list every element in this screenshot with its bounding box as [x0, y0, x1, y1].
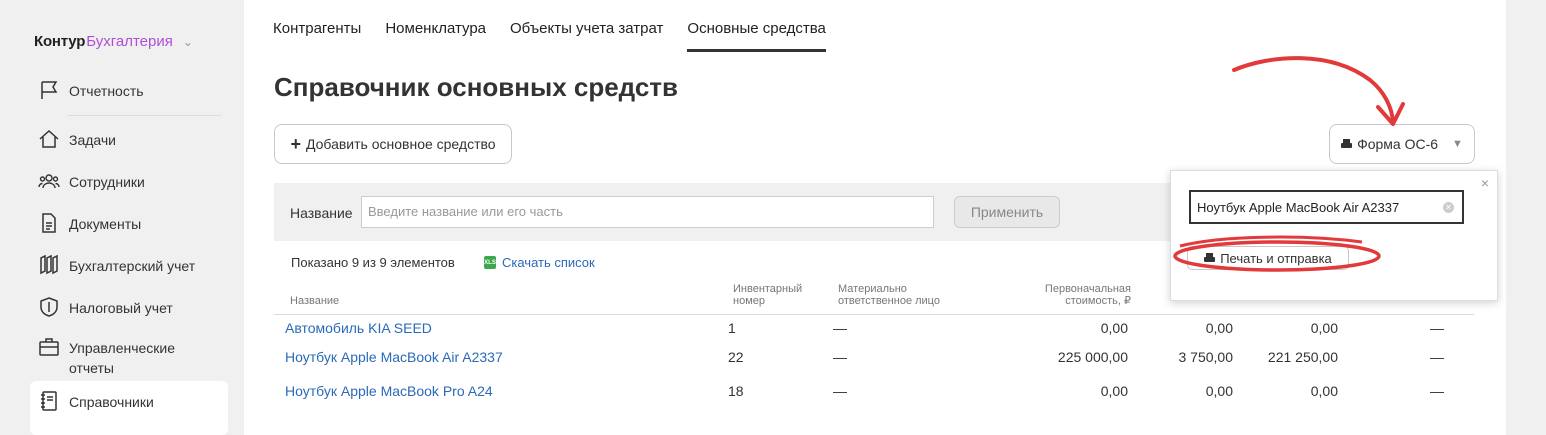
caret-down-icon: ▼ — [1452, 138, 1463, 150]
extra-value: — — [1430, 383, 1444, 399]
inventory-number: 1 — [728, 320, 736, 336]
initial-cost: 0,00 — [1100, 383, 1128, 399]
app-logo[interactable]: Контур Бухгалтерия ⌄ — [34, 33, 193, 50]
sidebar-item-reporting[interactable]: Отчетность — [30, 77, 228, 103]
sidebar-item-label: Управленческие отчеты — [69, 334, 175, 378]
asset-name-link[interactable]: Ноутбук Apple MacBook Pro A24 — [285, 383, 493, 399]
sidebar-item-employees[interactable]: Сотрудники — [30, 168, 228, 194]
column-header-inventory[interactable]: Инвентарный номер — [733, 283, 802, 307]
residual-value: 0,00 — [1310, 320, 1338, 336]
asset-name-link[interactable]: Ноутбук Apple MacBook Air A2337 — [285, 349, 503, 365]
add-button-label: Добавить основное средство — [305, 136, 496, 152]
tab-nomenclature[interactable]: Номенклатура — [385, 20, 486, 52]
printer-icon — [1341, 139, 1353, 149]
chevron-down-icon[interactable]: ⌄ — [183, 35, 193, 49]
brand-name-part1: Контур — [34, 33, 86, 50]
column-header-cost-line2: стоимость, ₽ — [1065, 295, 1131, 307]
tab-counterparties[interactable]: Контрагенты — [273, 20, 361, 52]
depreciation-value: 3 750,00 — [1178, 349, 1234, 365]
brand-name-part2: Бухгалтерия — [86, 33, 173, 50]
responsible-person: — — [833, 383, 847, 399]
sidebar-item-label: Документы — [69, 216, 142, 232]
tab-cost-objects[interactable]: Объекты учета затрат — [510, 20, 663, 52]
shield-icon — [36, 294, 62, 320]
add-fixed-asset-button[interactable]: + Добавить основное средство — [274, 124, 512, 164]
sidebar-item-label: Сотрудники — [69, 174, 145, 190]
column-header-initial-cost[interactable]: Первоначальная стоимость, ₽ — [1034, 283, 1131, 307]
house-icon — [36, 126, 62, 152]
depreciation-value: 0,00 — [1205, 383, 1233, 399]
form-button-label: Форма ОС-6 — [1357, 136, 1439, 152]
print-and-send-button[interactable]: Печать и отправка — [1187, 246, 1349, 270]
print-popup: × Ноутбук Apple MacBook Air A2337 ✕ Печа… — [1170, 170, 1498, 301]
column-header-responsible[interactable]: Материально ответственное лицо — [838, 283, 940, 307]
residual-value: 0,00 — [1310, 383, 1338, 399]
depreciation-value: 0,00 — [1205, 320, 1233, 336]
column-header-inventory-line2: номер — [733, 295, 765, 307]
asset-select-value: Ноутбук Apple MacBook Air A2337 — [1197, 200, 1400, 215]
sidebar-item-label-line1: Управленческие — [69, 340, 176, 356]
apply-button[interactable]: Применить — [954, 196, 1060, 228]
print-button-label: Печать и отправка — [1220, 250, 1332, 266]
sidebar-item-accounting[interactable]: Бухгалтерский учет — [30, 252, 228, 278]
inventory-number: 22 — [728, 349, 744, 365]
sidebar-item-label: Налоговый учет — [69, 300, 173, 316]
nav-divider — [68, 115, 221, 116]
column-header-responsible-line2: ответственное лицо — [838, 295, 940, 307]
printer-icon — [1204, 253, 1216, 263]
plus-icon: + — [290, 133, 301, 154]
responsible-person: — — [833, 320, 847, 336]
close-icon[interactable]: × — [1481, 175, 1489, 191]
sidebar: Контур Бухгалтерия ⌄ Отчетность Задачи Со… — [0, 0, 244, 435]
sidebar-item-label: Задачи — [69, 132, 117, 148]
filter-label: Название — [290, 205, 353, 221]
sidebar-item-label: Справочники — [69, 394, 154, 410]
sidebar-item-directories[interactable]: Справочники — [30, 381, 228, 435]
residual-value: 221 250,00 — [1267, 349, 1338, 365]
sidebar-item-label: Отчетность — [69, 83, 144, 99]
people-icon — [36, 168, 62, 194]
briefcase-icon — [36, 334, 62, 360]
initial-cost: 0,00 — [1100, 320, 1128, 336]
column-header-inventory-line1: Инвентарный — [733, 283, 803, 295]
tab-bar: Контрагенты Номенклатура Объекты учета з… — [273, 20, 826, 52]
column-header-name[interactable]: Название — [290, 295, 339, 307]
sidebar-item-label: Бухгалтерский учет — [69, 258, 196, 274]
column-header-cost-line1: Первоначальная — [1044, 283, 1131, 295]
inventory-number: 18 — [728, 383, 744, 399]
flag-icon — [36, 77, 62, 103]
tab-fixed-assets[interactable]: Основные средства — [687, 20, 826, 52]
asset-select-input[interactable]: Ноутбук Apple MacBook Air A2337 ✕ — [1189, 190, 1464, 224]
xls-icon: XLS — [484, 256, 496, 269]
sidebar-item-label-line2: отчеты — [69, 360, 114, 376]
form-os6-button[interactable]: Форма ОС-6 ▼ — [1329, 124, 1475, 164]
initial-cost: 225 000,00 — [1057, 349, 1128, 365]
ledger-icon — [36, 252, 62, 278]
download-list-link[interactable]: Скачать список — [502, 255, 595, 270]
document-icon — [36, 210, 62, 236]
asset-name-link[interactable]: Автомобиль KIA SEED — [285, 320, 432, 336]
sidebar-item-management-reports[interactable]: Управленческие отчеты — [30, 334, 228, 378]
extra-value: — — [1430, 320, 1444, 336]
table-divider — [274, 314, 1474, 315]
name-search-input[interactable]: Введите название или его часть — [361, 196, 934, 228]
responsible-person: — — [833, 349, 847, 365]
clear-icon[interactable]: ✕ — [1443, 202, 1454, 213]
sidebar-item-tasks[interactable]: Задачи — [30, 126, 228, 152]
extra-value: — — [1430, 349, 1444, 365]
page-title: Справочник основных средств — [274, 72, 679, 102]
sidebar-item-tax[interactable]: Налоговый учет — [30, 294, 228, 320]
book-icon — [36, 388, 62, 414]
column-header-responsible-line1: Материально — [838, 283, 907, 295]
sidebar-item-documents[interactable]: Документы — [30, 210, 228, 236]
results-count: Показано 9 из 9 элементов — [291, 255, 455, 270]
